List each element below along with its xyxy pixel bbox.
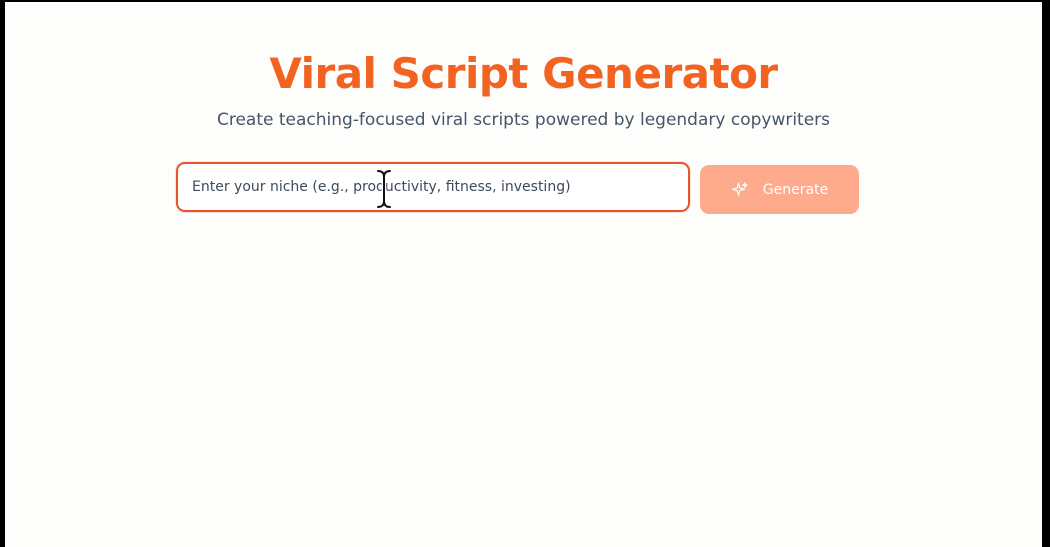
page-subtitle: Create teaching-focused viral scripts po…	[216, 110, 831, 130]
page-title: Viral Script Generator	[269, 49, 778, 98]
niche-input[interactable]	[176, 162, 690, 212]
generate-button-label: Generate	[762, 181, 829, 198]
sparkles-icon	[731, 181, 749, 199]
app-viewport: Viral Script Generator Create teaching-f…	[5, 2, 1042, 547]
generate-button[interactable]: Generate	[700, 165, 859, 214]
